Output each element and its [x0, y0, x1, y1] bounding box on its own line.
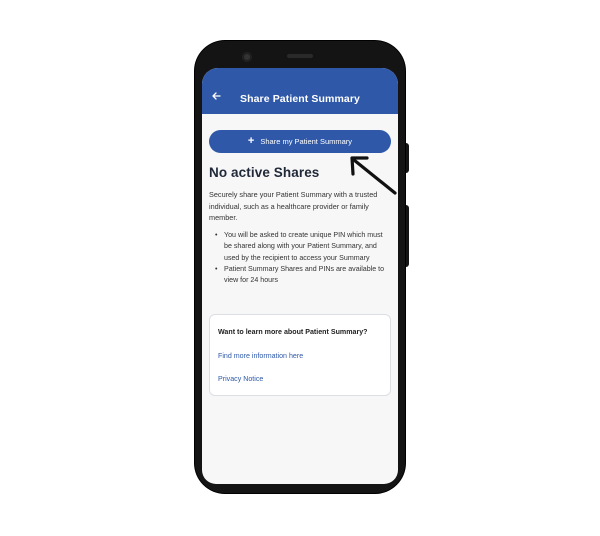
- find-more-info-link[interactable]: Find more information here: [218, 352, 303, 360]
- bullet-text: Patient Summary Shares and PINs are avai…: [224, 264, 385, 285]
- camera-icon: [242, 52, 252, 62]
- learn-more-card: Want to learn more about Patient Summary…: [209, 314, 391, 396]
- phone-screen: Share Patient Summary + Share my Patient…: [202, 68, 398, 484]
- speaker-grille: [287, 54, 313, 58]
- privacy-notice-link[interactable]: Privacy Notice: [218, 375, 263, 383]
- list-item: • You will be asked to create unique PIN…: [215, 230, 385, 264]
- plus-icon: +: [247, 135, 255, 147]
- card-title: Want to learn more about Patient Summary…: [218, 328, 368, 336]
- bullet-text: You will be asked to create unique PIN w…: [224, 231, 383, 262]
- list-item: • Patient Summary Shares and PINs are av…: [215, 264, 385, 287]
- pointer-arrow-icon: [350, 156, 397, 195]
- share-button-label: Share my Patient Summary: [260, 137, 353, 146]
- app-header: Share Patient Summary: [202, 68, 398, 114]
- bullet-icon: •: [215, 264, 218, 273]
- info-bullet-list: • You will be asked to create unique PIN…: [215, 230, 385, 286]
- stage: Share Patient Summary + Share my Patient…: [0, 0, 600, 536]
- empty-state-heading: No active Shares: [209, 165, 320, 180]
- bullet-icon: •: [215, 231, 218, 239]
- page-title: Share Patient Summary: [240, 93, 360, 105]
